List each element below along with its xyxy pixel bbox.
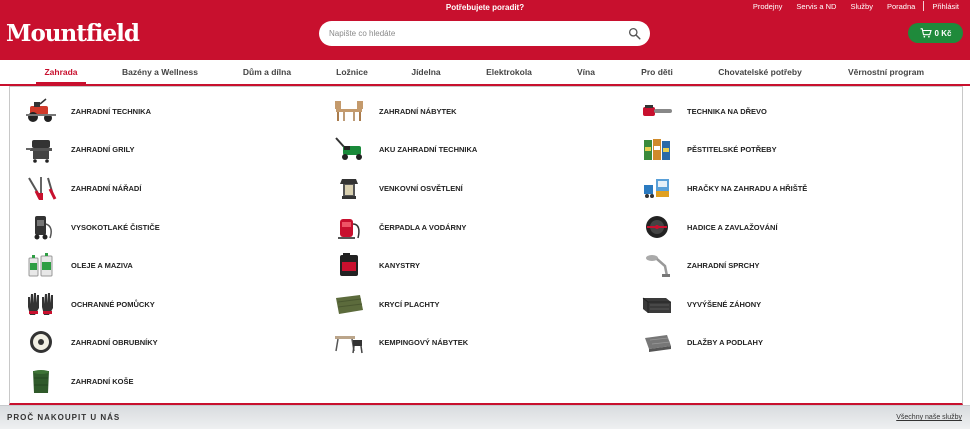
category-label: DLAŽBY A PODLAHY bbox=[687, 337, 763, 347]
header: Potřebujete poradit? Mountfield Prodejny… bbox=[0, 0, 970, 60]
lawn-tractor-icon bbox=[24, 96, 58, 126]
all-services-link[interactable]: Všechny naše služby bbox=[896, 414, 962, 421]
category-label: KANYSTRY bbox=[379, 260, 420, 270]
fertilizer-bags-icon bbox=[640, 134, 674, 164]
nav-item-loznice[interactable]: Ložnice bbox=[330, 60, 374, 84]
logo[interactable]: Mountfield bbox=[6, 20, 140, 47]
category-zahradni-grily[interactable]: ZAHRADNÍ GRILY bbox=[24, 134, 134, 164]
nav-item-zahrada[interactable]: Zahrada bbox=[36, 60, 86, 84]
category-label: OCHRANNÉ POMŮCKY bbox=[71, 299, 155, 309]
why-shop-heading: PROČ NAKOUPIT U NÁS bbox=[7, 413, 121, 422]
garden-furniture-icon bbox=[332, 96, 366, 126]
category-label: PĚSTITELSKÉ POTŘEBY bbox=[687, 144, 777, 154]
category-zahradni-naradi[interactable]: ZAHRADNÍ NÁŘADÍ bbox=[24, 173, 141, 203]
nav-item-vina[interactable]: Vína bbox=[572, 60, 600, 84]
edging-roll-icon bbox=[24, 327, 58, 357]
garden-basket-icon bbox=[24, 366, 58, 396]
category-label: ZAHRADNÍ TECHNIKA bbox=[71, 106, 151, 116]
category-label: ZAHRADNÍ KOŠE bbox=[71, 376, 134, 386]
top-links: Prodejny Servis a ND Služby Poradna Přih… bbox=[739, 1, 959, 11]
garden-shower-icon bbox=[640, 250, 674, 280]
paving-tile-icon bbox=[640, 327, 674, 357]
tarp-icon bbox=[332, 289, 366, 319]
nav-item-elektrokola[interactable]: Elektrokola bbox=[478, 60, 540, 84]
category-dropdown: ZAHRADNÍ TECHNIKA ZAHRADNÍ GRILY ZAHRADN… bbox=[9, 86, 963, 405]
category-label: VYSOKOTLAKÉ ČISTIČE bbox=[71, 222, 160, 232]
hose-reel-icon bbox=[640, 212, 674, 242]
category-label: VENKOVNÍ OSVĚTLENÍ bbox=[379, 183, 463, 193]
category-label: HADICE A ZAVLAŽOVÁNÍ bbox=[687, 222, 778, 232]
water-pump-icon bbox=[332, 212, 366, 242]
top-link-services[interactable]: Služby bbox=[850, 2, 873, 11]
search-input[interactable] bbox=[329, 21, 629, 46]
category-label: TECHNIKA NA DŘEVO bbox=[687, 106, 767, 116]
outdoor-lamp-icon bbox=[332, 173, 366, 203]
category-label: ZAHRADNÍ GRILY bbox=[71, 144, 135, 154]
oil-bottles-icon bbox=[24, 250, 58, 280]
category-zahradni-kose[interactable]: ZAHRADNÍ KOŠE bbox=[24, 366, 134, 396]
gloves-icon bbox=[24, 289, 58, 319]
category-label: KRYCÍ PLACHTY bbox=[379, 299, 440, 309]
category-label: ZAHRADNÍ NÁBYTEK bbox=[379, 106, 457, 116]
garden-tools-icon bbox=[24, 173, 58, 203]
battery-mower-icon bbox=[332, 134, 366, 164]
search-box bbox=[319, 21, 650, 46]
canister-icon bbox=[332, 250, 366, 280]
category-cerpadla-a-vodarny[interactable]: ČERPADLA A VODÁRNY bbox=[332, 212, 466, 242]
category-zahradni-sprchy[interactable]: ZAHRADNÍ SPRCHY bbox=[640, 250, 760, 280]
why-shop-strip: PROČ NAKOUPIT U NÁS Všechny naše služby bbox=[0, 405, 970, 429]
category-hracky-na-zahradu[interactable]: HRAČKY NA ZAHRADU A HŘIŠTĚ bbox=[640, 173, 807, 203]
playground-toys-icon bbox=[640, 173, 674, 203]
cart-icon bbox=[920, 28, 932, 38]
chainsaw-icon bbox=[640, 96, 674, 126]
camping-furniture-icon bbox=[332, 327, 366, 357]
category-aku-zahradni-technika[interactable]: AKU ZAHRADNÍ TECHNIKA bbox=[332, 134, 477, 164]
top-link-service[interactable]: Servis a ND bbox=[796, 2, 836, 11]
category-vysokotlake-cistice[interactable]: VYSOKOTLAKÉ ČISTIČE bbox=[24, 212, 160, 242]
search-icon[interactable] bbox=[628, 27, 641, 40]
category-zahradni-nabytek[interactable]: ZAHRADNÍ NÁBYTEK bbox=[332, 96, 457, 126]
nav-item-pro-deti[interactable]: Pro děti bbox=[634, 60, 680, 84]
top-link-stores[interactable]: Prodejny bbox=[753, 2, 783, 11]
nav-item-dum-a-dilna[interactable]: Dům a dílna bbox=[236, 60, 298, 84]
category-label: OLEJE A MAZIVA bbox=[71, 260, 133, 270]
cart-button[interactable]: 0 Kč bbox=[908, 23, 963, 43]
category-label: ČERPADLA A VODÁRNY bbox=[379, 222, 467, 232]
category-label: ZAHRADNÍ NÁŘADÍ bbox=[71, 183, 142, 193]
category-zahradni-obrubniky[interactable]: ZAHRADNÍ OBRUBNÍKY bbox=[24, 327, 158, 357]
category-technika-na-drevo[interactable]: TECHNIKA NA DŘEVO bbox=[640, 96, 767, 126]
raised-bed-icon bbox=[640, 289, 674, 319]
category-vyvysene-zahony[interactable]: VYVÝŠENÉ ZÁHONY bbox=[640, 289, 761, 319]
top-links-divider bbox=[923, 1, 925, 11]
pressure-washer-icon bbox=[24, 212, 58, 242]
category-label: ZAHRADNÍ OBRUBNÍKY bbox=[71, 337, 158, 347]
top-link-advice[interactable]: Poradna bbox=[887, 2, 915, 11]
category-hadice-a-zavlazovani[interactable]: HADICE A ZAVLAŽOVÁNÍ bbox=[640, 212, 778, 242]
nav-item-jidelna[interactable]: Jídelna bbox=[406, 60, 446, 84]
category-ochranne-pomucky[interactable]: OCHRANNÉ POMŮCKY bbox=[24, 289, 155, 319]
login-link[interactable]: Přihlásit bbox=[932, 2, 959, 11]
category-kanystry[interactable]: KANYSTRY bbox=[332, 250, 420, 280]
category-kryci-plachty[interactable]: KRYCÍ PLACHTY bbox=[332, 289, 440, 319]
grill-icon bbox=[24, 134, 58, 164]
category-pestitelske-potreby[interactable]: PĚSTITELSKÉ POTŘEBY bbox=[640, 134, 777, 164]
category-label: HRAČKY NA ZAHRADU A HŘIŠTĚ bbox=[687, 183, 808, 193]
category-oleje-a-maziva[interactable]: OLEJE A MAZIVA bbox=[24, 250, 133, 280]
nav-item-chovatelske[interactable]: Chovatelské potřeby bbox=[712, 60, 808, 84]
nav-item-bazeny[interactable]: Bazény a Wellness bbox=[112, 60, 208, 84]
nav-item-vernostni[interactable]: Věrnostní program bbox=[842, 60, 930, 84]
category-kempingovy-nabytek[interactable]: KEMPINGOVÝ NÁBYTEK bbox=[332, 327, 468, 357]
category-label: VYVÝŠENÉ ZÁHONY bbox=[687, 299, 762, 309]
category-label: ZAHRADNÍ SPRCHY bbox=[687, 260, 760, 270]
category-label: AKU ZAHRADNÍ TECHNIKA bbox=[379, 144, 478, 154]
category-zahradni-technika[interactable]: ZAHRADNÍ TECHNIKA bbox=[24, 96, 151, 126]
cart-total: 0 Kč bbox=[934, 28, 952, 38]
category-venkovni-osvetleni[interactable]: VENKOVNÍ OSVĚTLENÍ bbox=[332, 173, 463, 203]
category-label: KEMPINGOVÝ NÁBYTEK bbox=[379, 337, 469, 347]
category-dlazby-a-podlahy[interactable]: DLAŽBY A PODLAHY bbox=[640, 327, 763, 357]
main-nav: Zahrada Bazény a Wellness Dům a dílna Lo… bbox=[0, 60, 970, 86]
